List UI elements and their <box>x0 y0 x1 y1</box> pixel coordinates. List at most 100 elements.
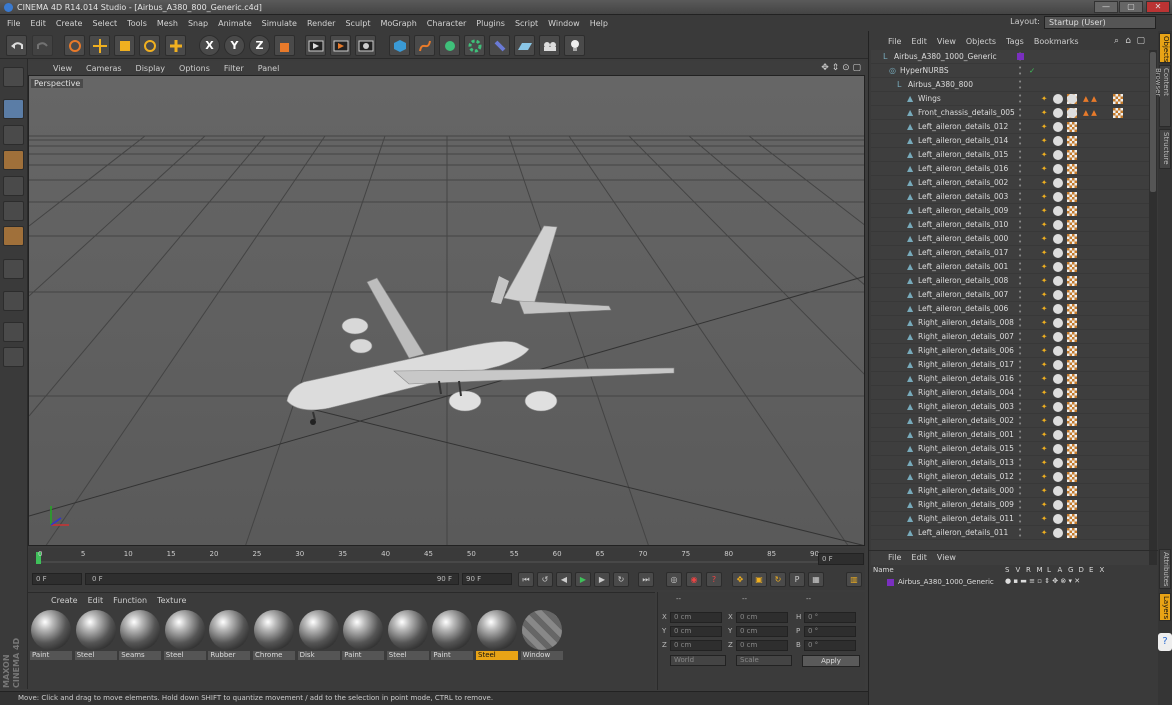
live-select-icon[interactable] <box>64 35 85 56</box>
material-tag-icon[interactable] <box>1053 150 1063 160</box>
material-tag-icon[interactable] <box>1053 528 1063 538</box>
layer-tag-icon[interactable] <box>1017 53 1024 60</box>
material-menu-create[interactable]: Create <box>46 596 83 605</box>
render-settings-icon[interactable] <box>355 35 376 56</box>
visibility-dots-icon[interactable]: •• <box>1018 373 1028 386</box>
apply-button[interactable]: Apply <box>802 655 860 667</box>
tab-objects[interactable]: Objects <box>1159 33 1171 63</box>
phong-tag-icon[interactable]: ✦ <box>1041 486 1047 495</box>
object-row[interactable]: ▲ Right_aileron_details_017 • • ✦ <box>871 358 1149 372</box>
help-bubble-icon[interactable]: ? <box>1158 633 1172 651</box>
tab-attributes[interactable]: Attributes <box>1159 549 1171 589</box>
material-menu-texture[interactable]: Texture <box>152 596 191 605</box>
menu-create[interactable]: Create <box>51 19 88 28</box>
phong-tag-icon[interactable]: ✦ <box>1041 136 1047 145</box>
phong-tag-icon[interactable]: ✦ <box>1041 164 1047 173</box>
x-axis-lock-button[interactable]: X <box>199 35 220 56</box>
warning-tag-icon[interactable]: ▲ ▲ <box>1083 108 1097 117</box>
texture-tag-icon[interactable] <box>1067 136 1077 146</box>
undo-button[interactable] <box>6 35 27 56</box>
phong-tag-icon[interactable]: ✦ <box>1041 360 1047 369</box>
texture-tag-icon[interactable] <box>1067 304 1077 314</box>
texture-tag-icon[interactable] <box>1067 220 1077 230</box>
frame-range-slider[interactable]: 0 F 90 F <box>85 573 459 585</box>
autokey-icon[interactable]: ◉ <box>686 572 702 587</box>
texture-tag-icon[interactable] <box>1067 402 1077 412</box>
phong-tag-icon[interactable]: ✦ <box>1041 248 1047 257</box>
light-icon[interactable] <box>564 35 585 56</box>
material-menu-function[interactable]: Function <box>108 596 152 605</box>
visibility-dots-icon[interactable]: •• <box>1018 331 1028 344</box>
points-mode-icon[interactable] <box>3 176 24 196</box>
texture-tag-icon[interactable] <box>1113 94 1123 104</box>
key-position-icon[interactable]: ✥ <box>732 572 748 587</box>
material-tag-icon[interactable] <box>1053 108 1063 118</box>
add-tool-icon[interactable] <box>165 35 186 56</box>
material-tag-icon[interactable] <box>1053 122 1063 132</box>
viewport-menu-view[interactable]: View <box>46 64 79 73</box>
texture-tag-icon[interactable] <box>1067 164 1077 174</box>
material-tag-icon[interactable] <box>1053 262 1063 272</box>
record-keys-icon[interactable]: ◎ <box>666 572 682 587</box>
material-tag-icon[interactable] <box>1053 290 1063 300</box>
size-mode-select[interactable]: Scale <box>736 655 792 666</box>
menu-render[interactable]: Render <box>302 19 340 28</box>
object-row[interactable]: ▲ Right_aileron_details_009 • • ✦ <box>871 498 1149 512</box>
viewport-menu-filter[interactable]: Filter <box>217 64 251 73</box>
end-frame-field[interactable]: 90 F <box>462 573 512 585</box>
menu-snap[interactable]: Snap <box>183 19 213 28</box>
phong-tag-icon[interactable]: ✦ <box>1041 416 1047 425</box>
locked-workplane-icon[interactable] <box>3 347 24 367</box>
om-menu-objects[interactable]: Objects <box>961 37 1001 46</box>
material-menu-edit[interactable]: Edit <box>83 596 109 605</box>
visibility-dots-icon[interactable]: •• <box>1018 219 1028 232</box>
object-row[interactable]: Ⅼ Airbus_A380_800 • • <box>871 78 1149 92</box>
texture-tag-icon[interactable] <box>1067 416 1077 426</box>
object-row[interactable]: ▲ Right_aileron_details_007 • • ✦ <box>871 330 1149 344</box>
menu-select[interactable]: Select <box>87 19 122 28</box>
material-tag-icon[interactable] <box>1053 388 1063 398</box>
menu-simulate[interactable]: Simulate <box>257 19 302 28</box>
phong-tag-icon[interactable]: ✦ <box>1041 122 1047 131</box>
camera-icon[interactable] <box>539 35 560 56</box>
menu-animate[interactable]: Animate <box>213 19 257 28</box>
object-row[interactable]: ▲ Left_aileron_details_014 • • ✦ <box>871 134 1149 148</box>
key-parameter-icon[interactable]: P <box>789 572 805 587</box>
object-row[interactable]: ▲ Left_aileron_details_000 • • ✦ <box>871 232 1149 246</box>
timeline-window-icon[interactable]: ▥ <box>846 572 862 587</box>
material-swatch[interactable]: Steel <box>163 609 206 661</box>
texture-tag-icon[interactable] <box>1067 514 1077 524</box>
phong-tag-icon[interactable]: ✦ <box>1041 304 1047 313</box>
material-tag-icon[interactable] <box>1053 318 1063 328</box>
object-row[interactable]: ◎ HyperNURBS • • ✓ <box>871 64 1149 78</box>
size-z-field[interactable]: 0 cm <box>736 640 788 651</box>
phong-tag-icon[interactable]: ✦ <box>1041 332 1047 341</box>
texture-tag-icon[interactable] <box>1113 108 1123 118</box>
rot-b-field[interactable]: 0 ° <box>804 640 856 651</box>
object-row[interactable]: ▲ Left_aileron_details_012 • • ✦ <box>871 120 1149 134</box>
material-swatch[interactable]: Steel <box>74 609 117 661</box>
render-view-icon[interactable] <box>305 35 326 56</box>
layer-row[interactable]: Airbus_A380_1000_Generic ● ▪ ▬ ≡ ▫ ⇕ ✥ ⊗… <box>871 577 1149 589</box>
next-key-button[interactable]: ↻ <box>613 572 629 587</box>
visibility-dots-icon[interactable]: •• <box>1018 429 1028 442</box>
make-editable-icon[interactable] <box>3 67 24 87</box>
lm-menu-file[interactable]: File <box>883 553 906 562</box>
pos-y-field[interactable]: 0 cm <box>670 626 722 637</box>
size-x-field[interactable]: 0 cm <box>736 612 788 623</box>
object-row[interactable]: ▲ Right_aileron_details_001 • • ✦ <box>871 428 1149 442</box>
key-pla-icon[interactable]: ▦ <box>808 572 824 587</box>
phong-tag-icon[interactable]: ✦ <box>1041 290 1047 299</box>
object-row[interactable]: ▲ Right_aileron_details_016 • • ✦ <box>871 372 1149 386</box>
material-tag-icon[interactable] <box>1053 444 1063 454</box>
pos-z-field[interactable]: 0 cm <box>670 640 722 651</box>
model-mode-icon[interactable] <box>3 99 24 119</box>
object-row[interactable]: ▲ Right_aileron_details_015 • • ✦ <box>871 442 1149 456</box>
object-row[interactable]: ▲ Right_aileron_details_013 • • ✦ <box>871 456 1149 470</box>
warning-tag-icon[interactable]: ▲ ▲ <box>1083 94 1097 103</box>
texture-tag-icon[interactable] <box>1067 430 1077 440</box>
menu-tools[interactable]: Tools <box>122 19 152 28</box>
object-row[interactable]: ▲ Left_aileron_details_008 • • ✦ <box>871 274 1149 288</box>
texture-tag-icon[interactable] <box>1067 248 1077 258</box>
object-row[interactable]: ▲ Left_aileron_details_010 • • ✦ <box>871 218 1149 232</box>
